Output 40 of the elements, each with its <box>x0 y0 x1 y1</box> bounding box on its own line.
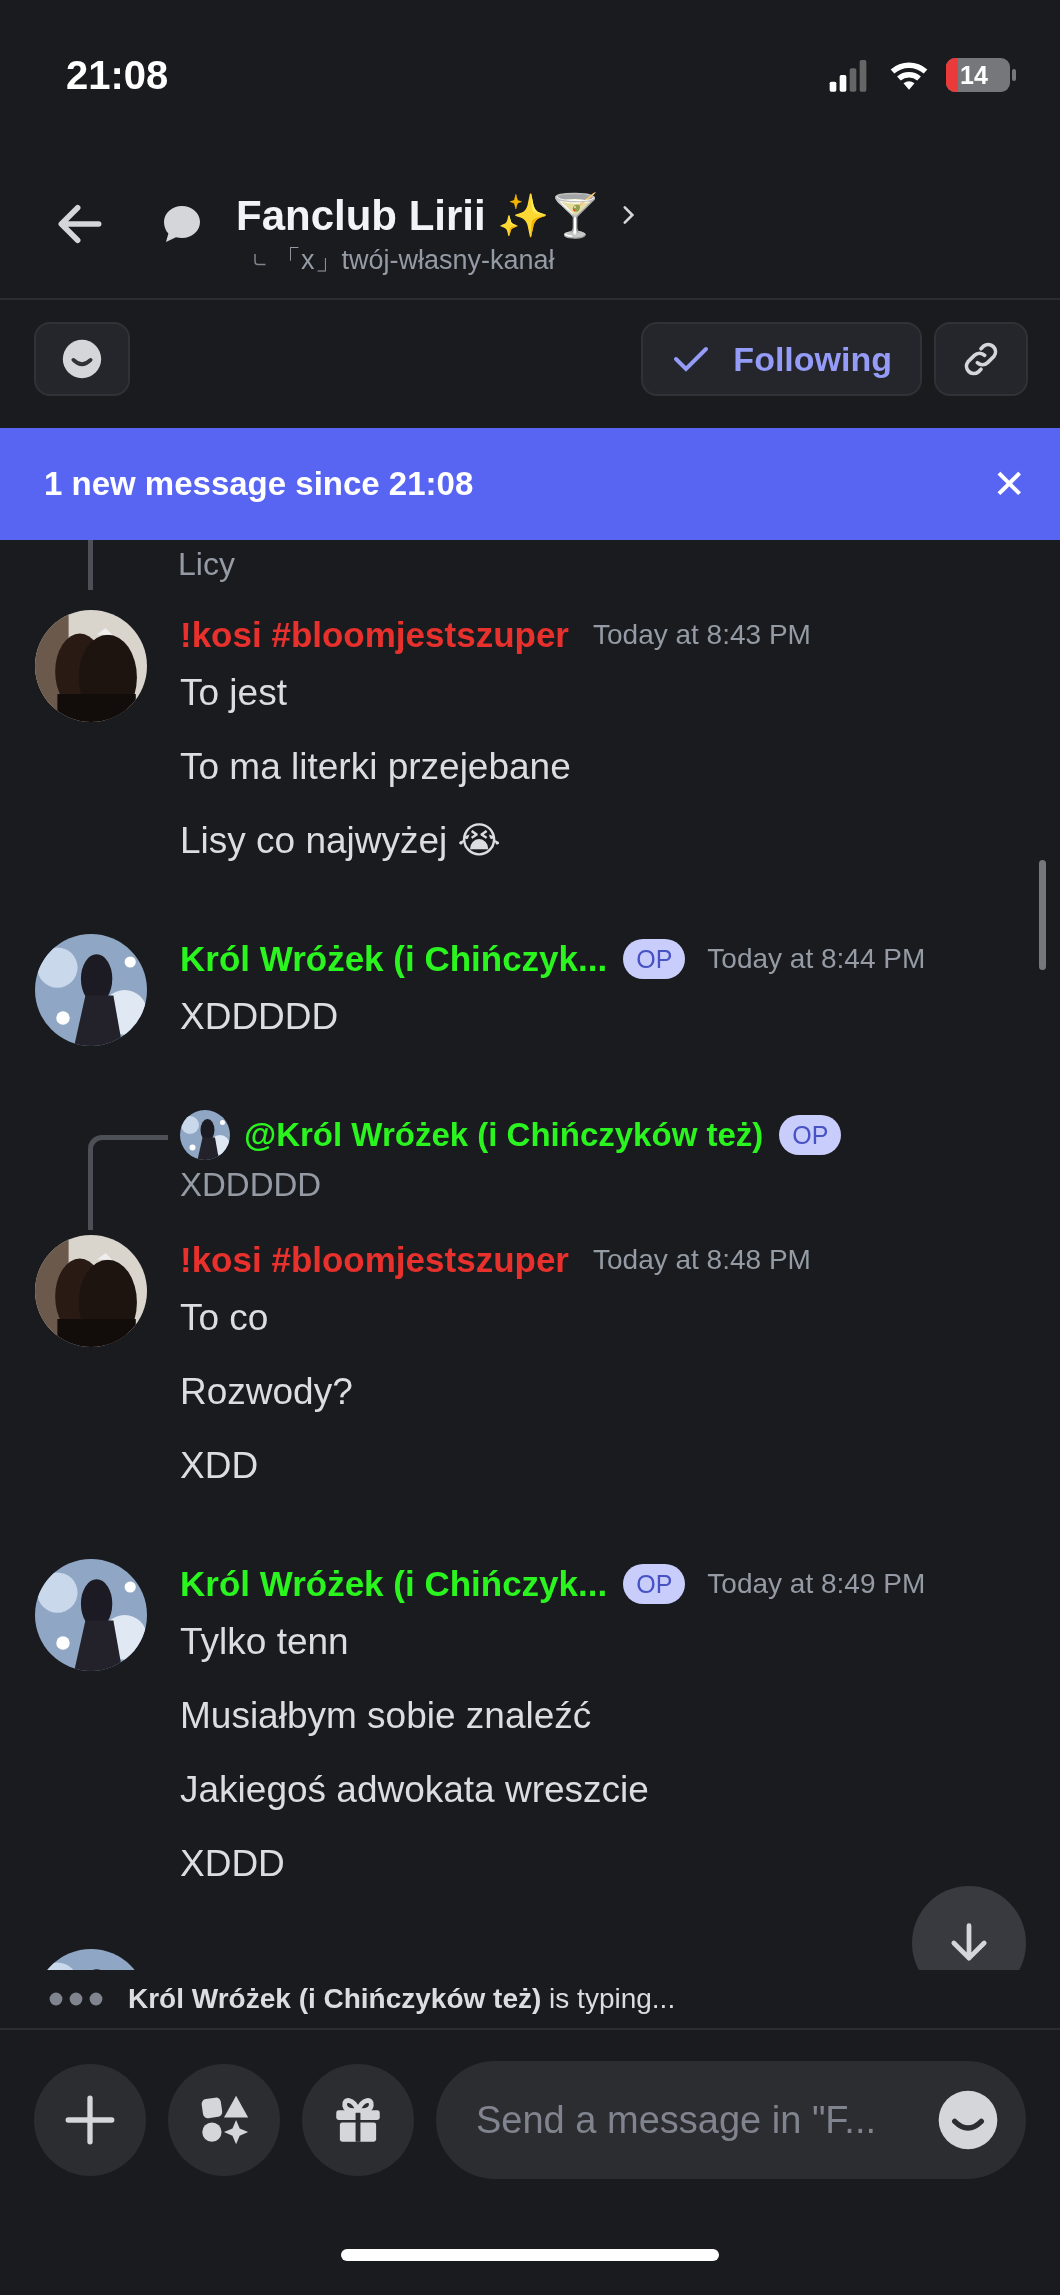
channel-title[interactable]: Fanclub Lirii ✨🍸 <box>236 190 602 240</box>
op-tag: OP <box>779 1115 842 1155</box>
op-tag: OP <box>623 939 686 979</box>
battery-icon <box>946 58 1016 92</box>
message-input[interactable]: Send a message in "F... <box>436 2061 1026 2179</box>
typing-indicator: Król Wróżek (i Chińczyków też) is typing... <box>128 1983 676 2015</box>
reply-preview[interactable]: XDDDDD <box>180 1160 864 1210</box>
banner-text: 1 new message since 21:08 <box>44 465 475 503</box>
message-text: Jakiegoś adwokata wreszcie <box>180 1768 650 1812</box>
parent-channel-name[interactable]: 「x」twój-własny-kanał <box>274 241 555 278</box>
message-text: XDDDDD <box>180 995 340 1039</box>
message-text: Licy <box>178 546 235 584</box>
username[interactable]: Król Wróżek (i Chińczyk... <box>180 1564 608 1604</box>
emoji-button[interactable] <box>936 2088 1000 2152</box>
message-text: Lisy co najwyżej 😭 <box>180 819 502 863</box>
link-button[interactable] <box>934 322 1028 396</box>
timestamp: Today at 8:43 PM <box>593 619 811 651</box>
new-messages-banner[interactable]: 1 new message since 21:08 ✕ <box>0 428 1060 540</box>
close-button[interactable]: ✕ <box>992 461 1026 507</box>
status-time: 21:08 <box>66 52 170 98</box>
username[interactable]: Król Wróżek (i Chińczyk... <box>180 939 608 979</box>
timestamp: Today at 8:48 PM <box>593 1244 811 1276</box>
timestamp: Today at 8:49 PM <box>707 1568 926 1600</box>
message-text: To jest <box>180 671 288 715</box>
op-tag: OP <box>623 1564 686 1604</box>
username[interactable]: !kosi #bloomjestszuper <box>180 1240 569 1280</box>
message-text: Rozwody? <box>180 1370 354 1414</box>
battery-level: 14 <box>960 60 988 90</box>
message-text: Tylko tenn <box>180 1620 350 1664</box>
following-button[interactable]: Following <box>641 322 922 396</box>
message-text: To ma literki przejebane <box>180 745 572 789</box>
smiley-icon <box>936 2088 1000 2152</box>
emoji-button[interactable] <box>34 322 130 396</box>
reply-username[interactable]: @Król Wróżek (i Chińczyków też) <box>244 1116 764 1154</box>
message-text: XDDD <box>180 1842 286 1886</box>
message-text: To co <box>180 1296 270 1340</box>
message-text: Musiałbym sobie znaleźć <box>180 1694 593 1738</box>
timestamp: Today at 8:44 PM <box>707 943 926 975</box>
username[interactable]: !kosi #bloomjestszuper <box>180 615 569 655</box>
message-text: XDD <box>180 1444 260 1488</box>
